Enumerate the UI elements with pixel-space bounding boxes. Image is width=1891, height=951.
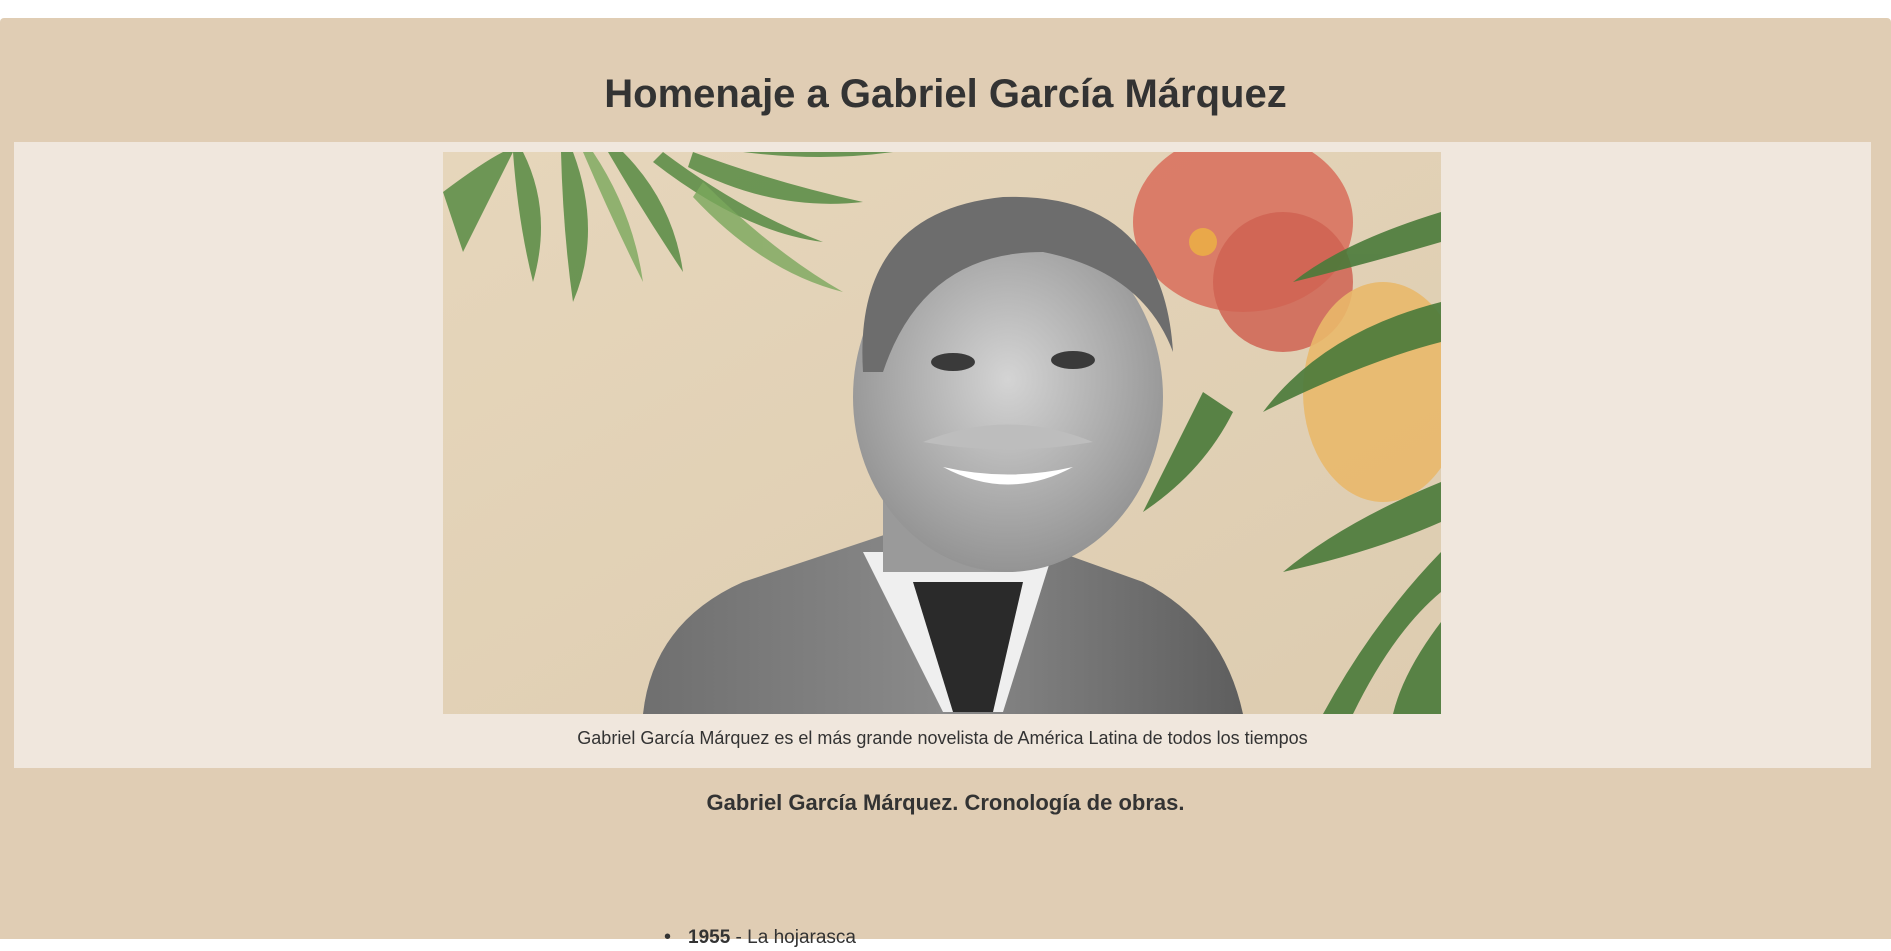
main-container: Homenaje a Gabriel García Márquez Gabrie… <box>0 18 1891 948</box>
item-year: 1955 <box>688 927 731 948</box>
image-caption: Gabriel García Márquez es el más grande … <box>577 728 1308 748</box>
list-item: • 1955 - La hojarasca <box>664 924 856 951</box>
page-title: Homenaje a Gabriel García Márquez <box>604 72 1287 116</box>
item-separator: - <box>730 927 748 948</box>
chronology-heading: Gabriel García Márquez. Cronología de ob… <box>706 790 1185 815</box>
chronology-list: • 1955 - La hojarasca <box>664 924 856 951</box>
portrait-illustration <box>443 152 1441 714</box>
bullet-icon: • <box>664 926 672 948</box>
tribute-info: Gabriel García Márquez. Cronología de ob… <box>0 788 1891 948</box>
image-figure: Gabriel García Márquez es el más grande … <box>14 142 1871 768</box>
portrait-image <box>443 152 1441 714</box>
item-work: La hojarasca <box>747 927 856 948</box>
